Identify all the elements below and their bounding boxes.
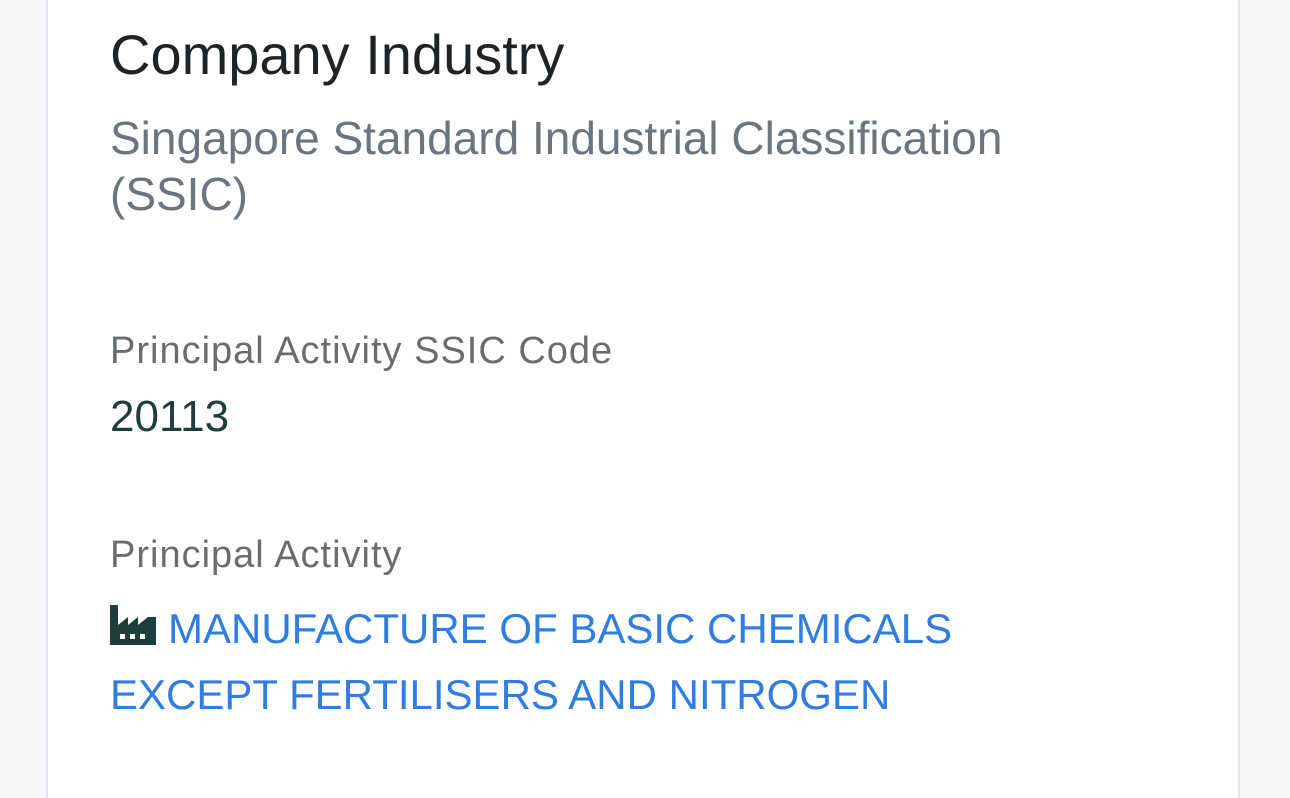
principal-activity-label: Principal Activity xyxy=(110,534,403,576)
factory-icon xyxy=(110,598,156,645)
principal-activity-text: MANUFACTURE OF BASIC CHEMICALS EXCEPT FE… xyxy=(110,605,953,718)
section-subtitle: Singapore Standard Industrial Classifica… xyxy=(110,112,1003,220)
principal-activity-link[interactable]: MANUFACTURE OF BASIC CHEMICALS EXCEPT FE… xyxy=(110,596,1090,728)
section-title: Company Industry xyxy=(110,23,565,86)
ssic-code-label: Principal Activity SSIC Code xyxy=(110,330,614,372)
ssic-code-value: 20113 xyxy=(110,392,230,441)
company-industry-card: Company Industry Singapore Standard Indu… xyxy=(46,0,1240,798)
